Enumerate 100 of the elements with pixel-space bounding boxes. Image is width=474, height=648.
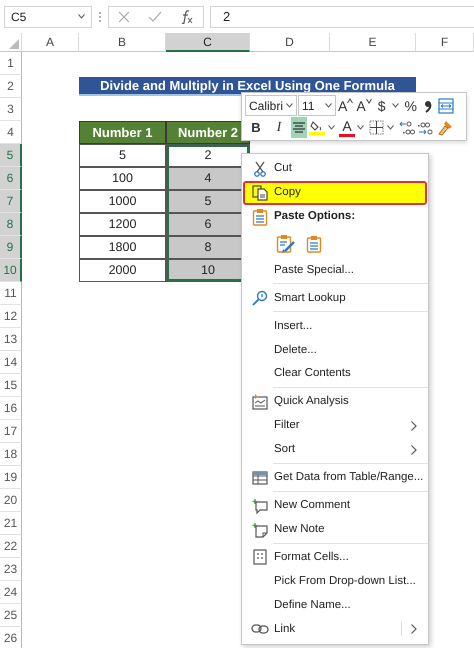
row-header[interactable]: 25	[0, 604, 22, 627]
row-header[interactable]: 24	[0, 581, 22, 604]
menu-item[interactable]: Define Name...	[243, 593, 427, 618]
table-cell[interactable]: 2000	[79, 259, 166, 282]
menu-item[interactable]: Quick Analysis	[243, 390, 427, 414]
font-name-select[interactable]: Calibri	[245, 95, 297, 116]
comment-icon	[252, 498, 268, 514]
column-header[interactable]: C	[166, 33, 250, 52]
row-header[interactable]: 18	[0, 443, 22, 466]
menu-item[interactable]: Copy	[243, 180, 427, 205]
borders-icon[interactable]	[369, 120, 384, 135]
check-icon[interactable]	[148, 10, 162, 22]
function-icon[interactable]	[180, 10, 194, 24]
row-header[interactable]: 3	[0, 98, 22, 121]
increase-decimal-icon[interactable]	[399, 120, 415, 136]
row-header[interactable]: 5	[0, 144, 22, 167]
menu-item[interactable]: Get Data from Table/Range...	[243, 466, 427, 490]
column-header[interactable]: E	[330, 33, 416, 52]
table-cell[interactable]: 5	[79, 144, 166, 167]
row-header[interactable]: 11	[0, 282, 22, 305]
menu-section-heading: Paste Options:	[274, 209, 356, 224]
table-cell[interactable]: 2	[166, 144, 250, 167]
align-center-button[interactable]	[291, 117, 307, 138]
row-header[interactable]: 9	[0, 236, 22, 259]
table-cell[interactable]: 1000	[79, 190, 166, 213]
dropdown-caret-icon[interactable]	[325, 103, 332, 108]
dropdown-caret-icon[interactable]	[387, 125, 394, 130]
row-header[interactable]: 20	[0, 489, 22, 512]
name-box[interactable]: C5	[4, 6, 92, 28]
link-icon	[250, 622, 268, 636]
toolbar-button[interactable]: %	[402, 95, 419, 116]
table-icon	[252, 470, 268, 486]
menu-item[interactable]: Smart Lookup	[243, 286, 427, 310]
dropdown-caret-icon[interactable]	[78, 14, 85, 19]
row-header[interactable]: 6	[0, 167, 22, 190]
dropdown-caret-icon[interactable]	[328, 125, 335, 130]
font-size-select[interactable]: 11	[298, 95, 336, 116]
menu-item[interactable]: Delete...	[243, 338, 427, 362]
menu-item[interactable]: Insert...	[243, 314, 427, 338]
menu-item[interactable]: Clear Contents	[243, 362, 427, 386]
row-header[interactable]: 19	[0, 466, 22, 489]
menu-item[interactable]: Sort	[243, 438, 427, 462]
row-header[interactable]: 16	[0, 397, 22, 420]
row-header[interactable]: 26	[0, 627, 22, 648]
row-header[interactable]: 13	[0, 328, 22, 351]
dropdown-caret-icon[interactable]	[286, 103, 293, 108]
chevron-right-icon[interactable]	[411, 420, 417, 431]
table-header-cell: Number 2	[166, 121, 250, 144]
caret-down-icon	[366, 98, 372, 104]
scissors-icon	[252, 160, 266, 177]
font-color-button[interactable]: A	[339, 118, 355, 136]
corner-triangle-icon	[9, 39, 19, 49]
wrap-text-icon[interactable]	[438, 98, 454, 114]
fill-color-icon[interactable]	[309, 119, 325, 136]
table-cell[interactable]: 1200	[79, 213, 166, 236]
column-header[interactable]: F	[416, 33, 474, 52]
italic-button[interactable]: I	[268, 117, 290, 138]
menu-item[interactable]: New Note	[243, 518, 427, 542]
row-header[interactable]: 12	[0, 305, 22, 328]
table-cell[interactable]: 1800	[79, 236, 166, 259]
note-icon	[252, 522, 268, 538]
decrease-decimal-icon[interactable]	[418, 120, 434, 136]
row-header[interactable]: 23	[0, 558, 22, 581]
row-header[interactable]: 8	[0, 213, 22, 236]
menu-item[interactable]: New Comment	[243, 494, 427, 518]
caret-up-icon	[347, 98, 354, 104]
menu-item[interactable]: Pick From Drop-down List...	[243, 569, 427, 594]
search-icon	[252, 290, 268, 306]
row-header[interactable]: 1	[0, 52, 22, 75]
row-header[interactable]: 7	[0, 190, 22, 213]
chevron-right-icon[interactable]	[411, 624, 417, 634]
comma-style-icon[interactable]	[424, 98, 432, 112]
row-header[interactable]: 17	[0, 420, 22, 443]
clipboard-brush-icon	[276, 234, 296, 254]
chevron-right-icon[interactable]	[411, 444, 417, 455]
table-cell[interactable]: 100	[79, 167, 166, 190]
toolbar-button[interactable]: $	[374, 95, 390, 116]
column-header[interactable]: A	[22, 33, 79, 52]
row-header[interactable]: 22	[0, 535, 22, 558]
row-header[interactable]: 10	[0, 259, 22, 282]
dropdown-caret-icon[interactable]	[392, 103, 399, 108]
menu-item[interactable]: Format Cells...	[243, 546, 427, 570]
column-header[interactable]: B	[79, 33, 166, 52]
paintbrush-icon[interactable]	[437, 120, 453, 136]
toolbar-button[interactable]: A	[355, 95, 373, 116]
dropdown-caret-icon[interactable]	[357, 125, 364, 130]
clipboard-icon	[306, 234, 322, 253]
copy-icon	[252, 184, 268, 201]
row-header[interactable]: 2	[0, 75, 22, 98]
toolbar-button[interactable]: A	[337, 95, 354, 116]
row-header[interactable]: 15	[0, 374, 22, 397]
column-header[interactable]: D	[250, 33, 330, 52]
menu-item[interactable]: Link	[243, 617, 427, 642]
align-center-icon	[292, 120, 306, 134]
grip-icon	[98, 10, 102, 24]
row-header[interactable]: 14	[0, 351, 22, 374]
form-icon	[252, 549, 266, 566]
row-header[interactable]: 21	[0, 512, 22, 535]
menu-item[interactable]: Filter	[243, 414, 427, 438]
formula-field[interactable]: 2	[210, 6, 474, 28]
